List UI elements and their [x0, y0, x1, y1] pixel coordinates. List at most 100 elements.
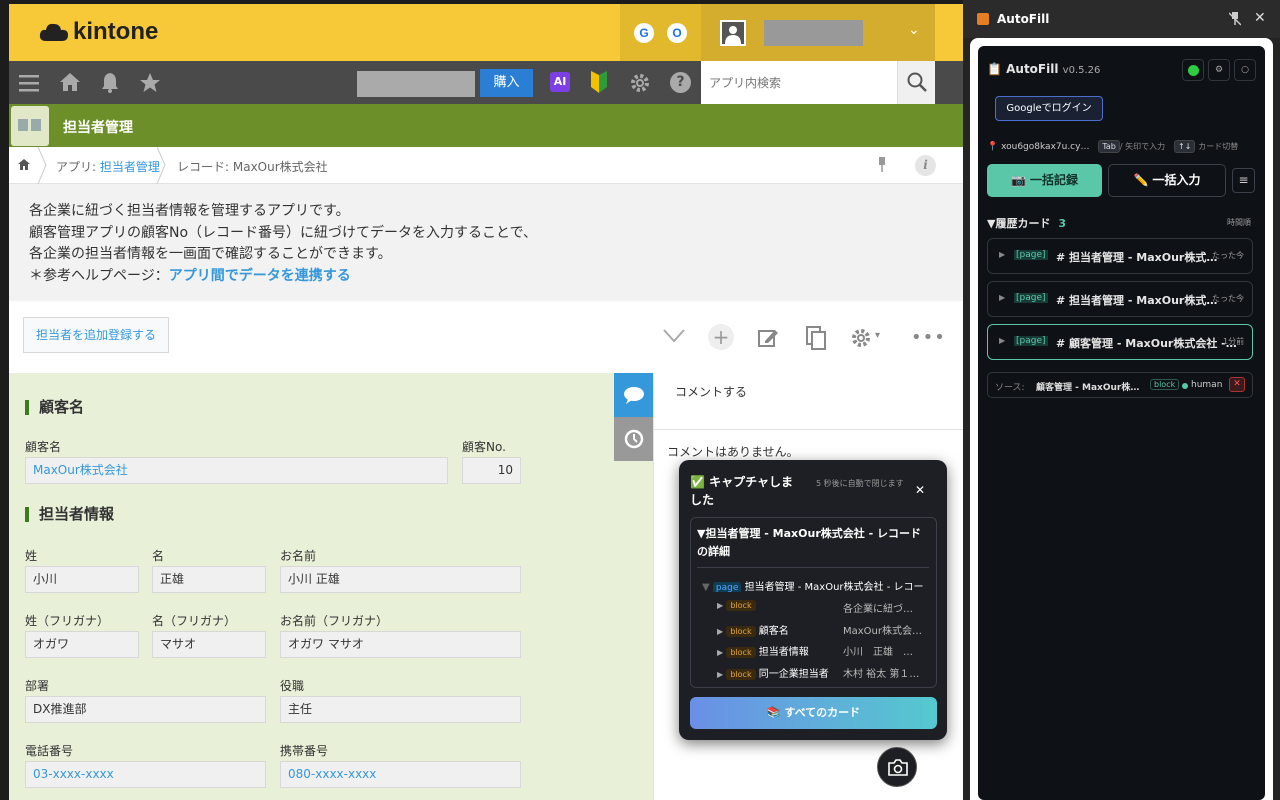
- info-icon[interactable]: i: [915, 155, 936, 176]
- last-kana-label: 姓（フリガナ）: [25, 614, 110, 628]
- last-name-field[interactable]: 小川: [25, 566, 139, 593]
- department-field[interactable]: DX推進部: [25, 696, 266, 723]
- buy-button[interactable]: 購入: [480, 69, 533, 97]
- app-title: 担当者管理: [63, 120, 133, 136]
- source-title[interactable]: 顧客管理 - MaxOur株…: [1036, 380, 1139, 393]
- all-cards-button[interactable]: 📚 すべてのカード: [690, 697, 937, 729]
- app-description: 各企業に紐づく担当者情報を管理するアプリです。 顧客管理アプリの顧客No（レコー…: [9, 184, 963, 301]
- nav-bar: 購入 AI ?: [9, 61, 963, 104]
- home-icon[interactable]: [17, 158, 31, 171]
- phone-field[interactable]: 03-xxxx-xxxx: [25, 761, 266, 788]
- add-record-icon[interactable]: +: [708, 324, 734, 350]
- department-label: 部署: [25, 679, 50, 693]
- customer-label: 顧客名: [25, 440, 62, 454]
- first-name-field[interactable]: 正雄: [152, 566, 266, 593]
- history-tab[interactable]: [614, 417, 654, 461]
- kintone-logo[interactable]: kintone: [39, 18, 158, 46]
- top-header: kintone G O ⌄: [9, 4, 963, 61]
- tree-root: ▼担当者管理 - MaxOur株式会社 - レコードの詳細: [697, 525, 929, 568]
- autofill-titlebar: AutoFill ✕: [963, 0, 1280, 38]
- first-kana-field[interactable]: マサオ: [152, 631, 266, 658]
- add-contact-button[interactable]: 担当者を追加登録する: [23, 317, 169, 353]
- record-toolbar: 担当者を追加登録する + ▾ •••: [9, 301, 963, 373]
- edit-icon[interactable]: [757, 327, 779, 349]
- first-kana-label: 名（フリガナ）: [152, 614, 237, 628]
- gear-icon[interactable]: [850, 327, 872, 349]
- gear-chevron-icon[interactable]: ▾: [875, 330, 880, 341]
- capture-button[interactable]: [877, 747, 917, 787]
- role-label: 役職: [280, 679, 305, 693]
- description-line: ＊参考ヘルプページ：アプリ間でデータを連携する: [29, 267, 351, 284]
- customer-field[interactable]: MaxOur株式会社: [25, 457, 448, 484]
- last-kana-field[interactable]: オガワ: [25, 631, 139, 658]
- history-card[interactable]: ▶ [page] # 担当者管理 - MaxOur株式… たった今: [987, 238, 1253, 274]
- role-field[interactable]: 主任: [280, 696, 521, 723]
- menu-icon[interactable]: [19, 74, 39, 92]
- search-button[interactable]: [897, 61, 935, 104]
- menu-button[interactable]: ≡: [1232, 168, 1255, 193]
- chevron-down-icon[interactable]: [663, 329, 685, 343]
- breadcrumb-app-link[interactable]: 担当者管理: [100, 160, 160, 174]
- status-button[interactable]: [1182, 59, 1204, 81]
- chevron-down-icon[interactable]: ⌄: [908, 22, 920, 38]
- close-icon[interactable]: ✕: [915, 483, 925, 497]
- username-redacted: [764, 20, 863, 46]
- ai-icon[interactable]: AI: [550, 72, 570, 92]
- google-login-button[interactable]: Googleでログイン: [995, 96, 1103, 121]
- close-icon[interactable]: ✕: [1254, 10, 1266, 26]
- settings-icon[interactable]: ⚙: [1208, 59, 1230, 81]
- pin-icon[interactable]: [877, 157, 887, 173]
- tree-row[interactable]: ▶ block 各企業に紐づ…: [717, 600, 929, 615]
- history-card[interactable]: ▶ [page] # 担当者管理 - MaxOur株式… たった今: [987, 281, 1253, 317]
- search-icon: [907, 72, 927, 92]
- full-name-label: お名前: [280, 549, 317, 563]
- more-icon[interactable]: •••: [911, 327, 946, 348]
- help-link[interactable]: アプリ間でデータを連携する: [169, 268, 351, 284]
- refresh-icon[interactable]: ○: [1234, 59, 1256, 81]
- tree-row[interactable]: ▼ page 担当者管理 - MaxOur株式会社 - レコー: [702, 578, 932, 592]
- window-title: AutoFill: [997, 12, 1050, 26]
- history-card-active[interactable]: ▶ [page] # 顧客管理 - MaxOur株式会社 -… 1分前: [987, 324, 1253, 360]
- tree-row[interactable]: ▶ block 同一企業担当者 木村 裕太 第１…: [717, 665, 929, 680]
- duplicate-icon[interactable]: [806, 326, 826, 350]
- tree-row[interactable]: ▶ block 顧客名 MaxOur株式会…: [717, 622, 929, 637]
- customer-no-label: 顧客No.: [462, 440, 506, 454]
- bulk-record-button[interactable]: 📷 一括記録: [987, 164, 1102, 197]
- source-row: ソース: 顧客管理 - MaxOur株… block human ✕: [987, 372, 1253, 398]
- star-icon[interactable]: [139, 72, 161, 93]
- beginner-mark-icon[interactable]: [590, 71, 608, 93]
- google-g-icon[interactable]: G: [634, 23, 654, 43]
- side-tabs: [614, 373, 654, 461]
- app-search-box: [701, 61, 935, 104]
- help-icon[interactable]: ?: [670, 72, 691, 93]
- history-header[interactable]: ▼履歴カード 3: [987, 215, 1066, 231]
- home-icon[interactable]: [59, 72, 81, 92]
- mobile-field[interactable]: 080-xxxx-xxxx: [280, 761, 521, 788]
- unpin-icon[interactable]: [1229, 12, 1241, 26]
- sort-order[interactable]: 時間順: [1227, 217, 1251, 228]
- full-name-field[interactable]: 小川 正雄: [280, 566, 521, 593]
- camera-icon: [888, 759, 908, 776]
- breadcrumb-record: レコード: MaxOur株式会社: [177, 160, 328, 174]
- service-links: G O: [620, 4, 701, 61]
- autofill-body: 📋 AutoFill v0.5.26 ⚙ ○ Googleでログイン 📍 xou…: [970, 38, 1273, 800]
- record-form: 顧客名 顧客名 MaxOur株式会社 顧客No. 10 担当者情報 姓 小川 名…: [9, 373, 653, 800]
- comment-tab[interactable]: [614, 373, 654, 417]
- last-name-label: 姓: [25, 549, 38, 563]
- bulk-input-button[interactable]: ✏️ 一括入力: [1108, 164, 1226, 197]
- customer-no-field[interactable]: 10: [462, 457, 521, 484]
- autofill-window: AutoFill ✕ 📋 AutoFill v0.5.26 ⚙ ○ Google…: [963, 0, 1280, 800]
- full-kana-label: お名前（フリガナ）: [280, 614, 389, 628]
- arrow-key: ↑↓: [1174, 140, 1196, 153]
- app-icon: [11, 106, 49, 146]
- user-menu[interactable]: ⌄: [701, 4, 935, 61]
- app-search-input[interactable]: [701, 61, 897, 104]
- full-kana-field[interactable]: オガワ マサオ: [280, 631, 521, 658]
- capture-popup: ✅ キャプチャしました 5 秒後に自動で閉じます ✕ ▼担当者管理 - MaxO…: [679, 460, 947, 740]
- comment-input[interactable]: コメントする: [675, 383, 747, 400]
- tree-row[interactable]: ▶ block 担当者情報 小川 正雄 …: [717, 643, 929, 658]
- gear-icon[interactable]: [629, 72, 651, 94]
- o-circle-icon[interactable]: O: [667, 23, 687, 43]
- remove-source-button[interactable]: ✕: [1229, 377, 1245, 392]
- bell-icon[interactable]: [100, 72, 120, 93]
